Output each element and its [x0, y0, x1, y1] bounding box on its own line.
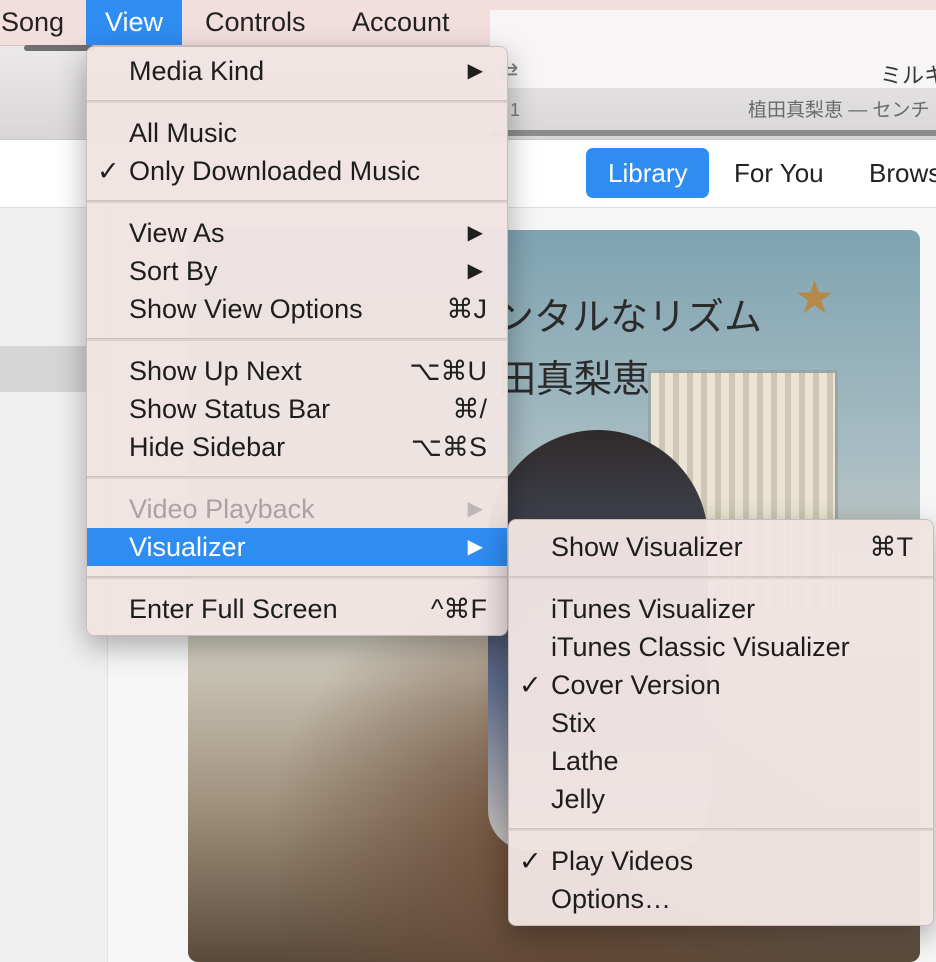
- submenu-arrow-icon: ▶: [467, 498, 483, 520]
- menu-view[interactable]: View: [86, 0, 183, 45]
- artwork-title-text: ンタルなリズム: [496, 295, 763, 339]
- submenu-arrow-icon: ▶: [467, 260, 483, 282]
- checkmark-icon: ✓: [519, 670, 542, 700]
- menu-item-visualizer[interactable]: Visualizer ▶: [87, 528, 507, 566]
- menu-item-options[interactable]: Options…: [509, 880, 933, 918]
- menu-item-hide-sidebar[interactable]: Hide Sidebar ⌥⌘S: [87, 428, 507, 466]
- menu-item-itunes-classic-visualizer[interactable]: iTunes Classic Visualizer: [509, 628, 933, 666]
- menu-item-label: Visualizer: [129, 532, 246, 562]
- menu-item-label: Stix: [551, 708, 597, 738]
- track-progress-bar[interactable]: [490, 130, 936, 136]
- menu-item-itunes-visualizer[interactable]: iTunes Visualizer: [509, 590, 933, 628]
- menu-item-label: Play Videos: [551, 846, 694, 876]
- menu-item-show-status-bar[interactable]: Show Status Bar ⌘/: [87, 390, 507, 428]
- menu-item-label: Media Kind: [129, 56, 265, 86]
- menu-separator: [509, 828, 933, 831]
- now-playing-display: [490, 10, 936, 88]
- menu-item-label: Enter Full Screen: [129, 594, 338, 624]
- menu-separator: [87, 200, 507, 203]
- menu-separator: [87, 338, 507, 341]
- track-artist: 植田真梨恵 — センチ: [748, 100, 930, 121]
- keyboard-shortcut: ⌘J: [446, 294, 488, 324]
- menu-account[interactable]: Account: [333, 0, 469, 45]
- menu-item-label: Show Status Bar: [129, 394, 331, 424]
- menu-item-label: Only Downloaded Music: [129, 156, 421, 186]
- tab-library[interactable]: Library: [586, 148, 710, 198]
- keyboard-shortcut: ⌥⌘U: [409, 356, 487, 386]
- menu-item-stix[interactable]: Stix: [509, 704, 933, 742]
- tab-browse[interactable]: Brows: [847, 148, 936, 198]
- tab-for-you[interactable]: For You: [712, 148, 846, 198]
- menu-song[interactable]: Song: [0, 0, 83, 45]
- volume-slider[interactable]: [24, 45, 94, 51]
- keyboard-shortcut: ⌘T: [869, 532, 914, 562]
- submenu-arrow-icon: ▶: [467, 536, 483, 558]
- menu-item-only-downloaded-music[interactable]: ✓ Only Downloaded Music: [87, 152, 507, 190]
- menu-item-label: Lathe: [551, 746, 619, 776]
- menu-separator: [87, 476, 507, 479]
- submenu-arrow-icon: ▶: [467, 60, 483, 82]
- visualizer-submenu: Show Visualizer ⌘T iTunes Visualizer iTu…: [508, 519, 934, 926]
- artwork-artist-text: 田真梨恵: [498, 357, 651, 401]
- menu-item-label: Options…: [551, 884, 672, 914]
- menu-item-show-view-options[interactable]: Show View Options ⌘J: [87, 290, 507, 328]
- menu-item-label: Show View Options: [129, 294, 363, 324]
- menu-item-cover-version[interactable]: ✓ Cover Version: [509, 666, 933, 704]
- menu-item-media-kind[interactable]: Media Kind ▶: [87, 52, 507, 90]
- menu-item-video-playback: Video Playback ▶: [87, 490, 507, 528]
- checkmark-icon: ✓: [97, 156, 120, 186]
- menu-item-show-up-next[interactable]: Show Up Next ⌥⌘U: [87, 352, 507, 390]
- menu-item-lathe[interactable]: Lathe: [509, 742, 933, 780]
- submenu-arrow-icon: ▶: [467, 222, 483, 244]
- menu-item-label: All Music: [129, 118, 238, 148]
- menu-item-label: Sort By: [129, 256, 218, 286]
- artwork-star-icon: ★: [794, 271, 836, 323]
- menu-item-label: Video Playback: [129, 494, 315, 524]
- menu-controls[interactable]: Controls: [186, 0, 325, 45]
- menu-item-label: Cover Version: [551, 670, 721, 700]
- menu-item-show-visualizer[interactable]: Show Visualizer ⌘T: [509, 528, 933, 566]
- menu-item-label: Show Up Next: [129, 356, 302, 386]
- view-menu: Media Kind ▶ All Music ✓ Only Downloaded…: [86, 46, 508, 636]
- menu-item-label: Jelly: [551, 784, 606, 814]
- keyboard-shortcut: ^⌘F: [430, 594, 487, 624]
- menu-separator: [509, 576, 933, 579]
- checkmark-icon: ✓: [519, 846, 542, 876]
- menu-separator: [87, 576, 507, 579]
- menu-item-label: iTunes Visualizer: [551, 594, 756, 624]
- menu-item-label: iTunes Classic Visualizer: [551, 632, 850, 662]
- menu-item-enter-full-screen[interactable]: Enter Full Screen ^⌘F: [87, 590, 507, 628]
- menu-item-label: Show Visualizer: [551, 532, 743, 562]
- keyboard-shortcut: ⌥⌘S: [410, 432, 487, 462]
- menu-item-label: View As: [129, 218, 225, 248]
- lcd-counter: 1: [510, 100, 521, 120]
- menu-item-all-music[interactable]: All Music: [87, 114, 507, 152]
- menu-item-view-as[interactable]: View As ▶: [87, 214, 507, 252]
- menu-item-label: Hide Sidebar: [129, 432, 286, 462]
- keyboard-shortcut: ⌘/: [452, 394, 487, 424]
- track-title: ミルキ: [880, 63, 936, 88]
- menu-separator: [87, 100, 507, 103]
- menu-item-play-videos[interactable]: ✓ Play Videos: [509, 842, 933, 880]
- menu-item-jelly[interactable]: Jelly: [509, 780, 933, 818]
- menu-item-sort-by[interactable]: Sort By ▶: [87, 252, 507, 290]
